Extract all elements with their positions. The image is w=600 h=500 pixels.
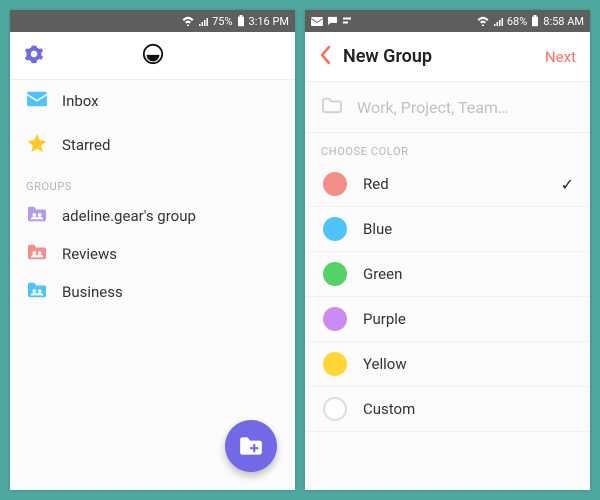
color-label: Blue [363, 220, 392, 238]
folder-plus-icon [238, 435, 264, 457]
star-icon [26, 132, 48, 158]
chat-icon [327, 16, 338, 26]
nav-bar: New Group Next [305, 32, 590, 82]
group-label: Business [62, 283, 123, 301]
signal-icon [493, 16, 503, 26]
input-placeholder: Work, Project, Team… [357, 98, 509, 117]
status-bar: 68% 8:58 AM [305, 10, 590, 32]
screen-new-group: 68% 8:58 AM New Group Next Work, Project… [305, 10, 590, 490]
app-indicator-icon [342, 16, 352, 26]
group-folder-icon [26, 281, 48, 303]
section-label-choose-color: CHOOSE COLOR [305, 133, 590, 162]
app-bar [10, 32, 295, 80]
group-folder-icon [26, 243, 48, 265]
color-swatch [323, 262, 347, 286]
clock: 3:16 PM [249, 15, 289, 28]
group-label: adeline.gear's group [62, 207, 196, 225]
battery-percent: 68% [507, 15, 527, 28]
group-name-input[interactable]: Work, Project, Team… [305, 82, 590, 133]
color-swatch [323, 217, 347, 241]
group-item[interactable]: Reviews [10, 235, 295, 273]
color-option-green[interactable]: Green [305, 252, 590, 297]
nav-item-label: Starred [62, 136, 110, 154]
color-swatch [323, 307, 347, 331]
inbox-icon [26, 90, 48, 112]
color-label: Purple [363, 310, 406, 328]
color-label: Green [363, 265, 402, 283]
group-label: Reviews [62, 245, 117, 263]
screen-groups-list: 75% 3:16 PM Inbox Starred GROUPS adeline… [10, 10, 295, 490]
app-logo-icon [142, 43, 164, 69]
group-folder-icon [26, 205, 48, 227]
color-option-blue[interactable]: Blue [305, 207, 590, 252]
nav-item-starred[interactable]: Starred [10, 122, 295, 168]
settings-icon[interactable] [24, 44, 44, 68]
mail-icon [311, 17, 323, 26]
section-label-groups: GROUPS [10, 168, 295, 197]
next-button[interactable]: Next [545, 48, 576, 66]
battery-icon [531, 15, 539, 27]
clock: 8:58 AM [543, 15, 584, 28]
nav-item-inbox[interactable]: Inbox [10, 80, 295, 122]
color-option-yellow[interactable]: Yellow [305, 342, 590, 387]
battery-icon [237, 15, 245, 27]
color-swatch [323, 172, 347, 196]
color-option-red[interactable]: Red ✓ [305, 162, 590, 207]
check-icon: ✓ [561, 175, 574, 194]
chevron-left-icon [319, 45, 333, 65]
signal-icon [198, 16, 208, 26]
battery-percent: 75% [212, 15, 232, 28]
color-option-purple[interactable]: Purple [305, 297, 590, 342]
wifi-icon [477, 16, 489, 26]
nav-item-label: Inbox [62, 92, 99, 110]
color-label: Custom [363, 400, 415, 418]
fab-new-group[interactable] [225, 420, 277, 472]
folder-outline-icon [321, 96, 343, 118]
back-button[interactable] [319, 45, 333, 69]
status-bar: 75% 3:16 PM [10, 10, 295, 32]
page-title: New Group [343, 46, 432, 67]
color-label: Yellow [363, 355, 407, 373]
group-item[interactable]: adeline.gear's group [10, 197, 295, 235]
color-swatch [323, 397, 347, 421]
color-option-custom[interactable]: Custom [305, 387, 590, 432]
wifi-icon [182, 16, 194, 26]
color-label: Red [363, 175, 389, 193]
color-swatch [323, 352, 347, 376]
group-item[interactable]: Business [10, 273, 295, 311]
